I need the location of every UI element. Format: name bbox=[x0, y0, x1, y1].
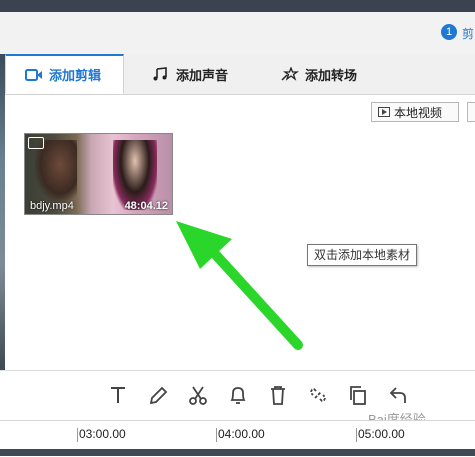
tab-add-transition[interactable]: 添加转场 bbox=[281, 54, 381, 94]
clip-figure-left bbox=[35, 140, 77, 202]
tab-label: 添加声音 bbox=[176, 67, 229, 83]
clip-filename: bdjy.mp4 bbox=[30, 200, 74, 212]
tab-label: 添加转场 bbox=[305, 67, 358, 83]
transition-star-icon bbox=[281, 66, 300, 81]
trash-icon[interactable] bbox=[267, 383, 289, 407]
clip-duration: 48:04.12 bbox=[124, 200, 168, 212]
timeline-tick: 03:00.00 bbox=[79, 427, 126, 441]
tab-add-sound[interactable]: 添加声音 bbox=[152, 54, 252, 94]
camera-icon bbox=[25, 68, 43, 82]
timeline-tick: 05:00.00 bbox=[358, 427, 405, 441]
window-title-bar bbox=[0, 0, 475, 12]
tick-mark bbox=[77, 428, 78, 442]
clip-thumbnail[interactable]: bdjy.mp4 48:04.12 bbox=[24, 133, 173, 215]
play-icon bbox=[378, 107, 390, 117]
more-button[interactable] bbox=[467, 102, 475, 122]
bell-icon[interactable] bbox=[227, 383, 249, 407]
scissors-icon[interactable] bbox=[187, 383, 209, 407]
undo-icon[interactable] bbox=[387, 383, 409, 407]
unlink-icon[interactable] bbox=[307, 383, 329, 407]
green-arrow-annotation bbox=[176, 221, 303, 350]
tab-label: 添加剪辑 bbox=[49, 68, 102, 83]
local-video-button[interactable]: 本地视频 bbox=[371, 102, 459, 122]
text-icon[interactable] bbox=[107, 383, 129, 407]
tick-mark bbox=[216, 428, 217, 442]
step-label[interactable]: 剪 bbox=[462, 25, 474, 42]
tick-mark bbox=[356, 428, 357, 442]
timeline-tick: 04:00.00 bbox=[218, 427, 265, 441]
taskbar bbox=[0, 449, 475, 456]
tab-add-clip[interactable]: 添加剪辑 bbox=[5, 54, 124, 94]
tab-bar: 添加剪辑 添加声音 添加转场 bbox=[5, 54, 475, 95]
pencil-icon[interactable] bbox=[147, 383, 169, 407]
music-note-icon bbox=[152, 67, 170, 81]
local-video-label: 本地视频 bbox=[394, 105, 443, 120]
header-bar bbox=[0, 12, 475, 55]
video-icon bbox=[28, 137, 44, 149]
copy-icon[interactable] bbox=[347, 383, 369, 407]
step-number-badge: 1 bbox=[441, 24, 457, 40]
tooltip: 双击添加本地素材 bbox=[307, 244, 418, 266]
